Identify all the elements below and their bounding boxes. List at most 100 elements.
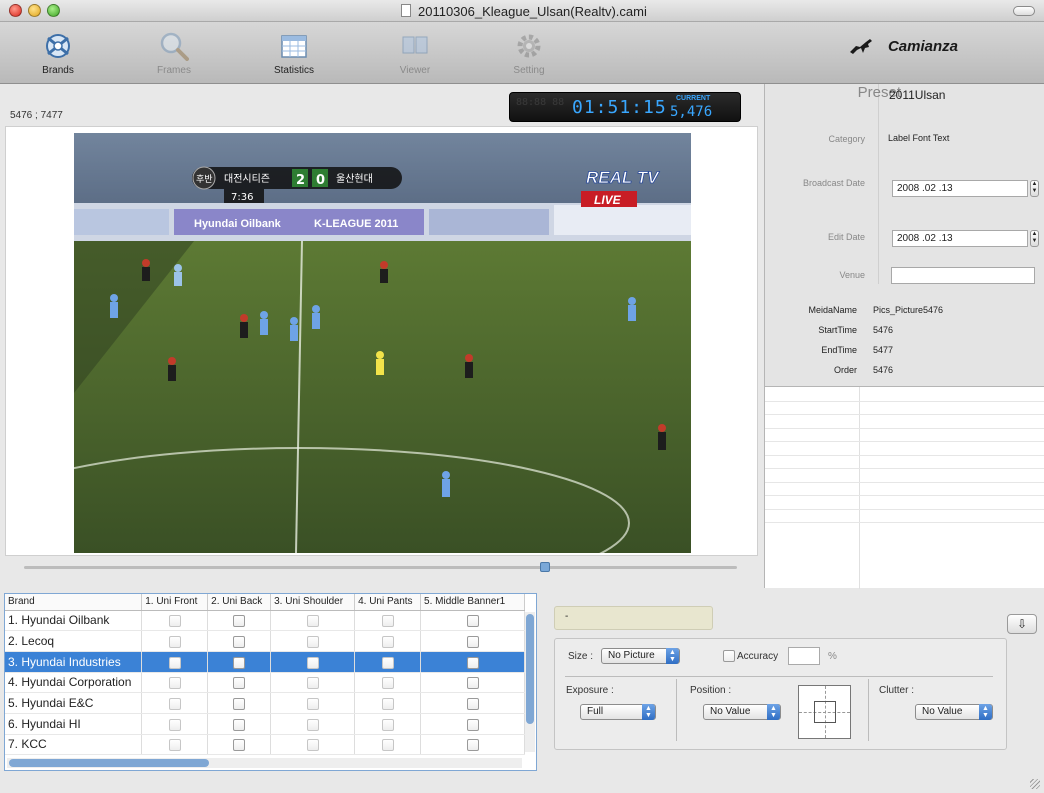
position-checkbox[interactable]: [381, 697, 394, 710]
minimize-window-button[interactable]: [28, 4, 41, 17]
position-checkbox[interactable]: [466, 739, 479, 752]
size-popup[interactable]: No Picture ▲ ▼: [601, 648, 680, 664]
position-checkbox[interactable]: [466, 615, 479, 628]
zoom-window-button[interactable]: [47, 4, 60, 17]
position-checkbox[interactable]: [168, 677, 181, 690]
position-checkbox[interactable]: [233, 635, 246, 648]
position-checkbox[interactable]: [168, 739, 181, 752]
position-checkbox[interactable]: [233, 718, 246, 731]
accuracy-field[interactable]: [788, 647, 820, 665]
position-checkbox[interactable]: [233, 656, 246, 669]
position-popup[interactable]: No Value ▲ ▼: [703, 704, 781, 720]
scoreboard-half: 후반: [196, 174, 213, 185]
category-value[interactable]: Label Font Text: [888, 133, 949, 143]
position-checkbox[interactable]: [233, 677, 246, 690]
column-header-uni-shoulder[interactable]: 3. Uni Shoulder: [270, 594, 356, 611]
position-checkbox[interactable]: [168, 718, 181, 731]
horizontal-scroll-thumb[interactable]: [9, 759, 209, 767]
table-row[interactable]: 1. Hyundai Oilbank: [5, 610, 525, 632]
toolbar-viewer-button[interactable]: Viewer: [380, 30, 450, 76]
column-header-brand[interactable]: Brand: [5, 594, 143, 611]
checkbox-cell: [207, 734, 272, 756]
position-checkbox[interactable]: [306, 677, 319, 690]
toolbar-toggle-button[interactable]: [1013, 6, 1035, 16]
position-checkbox[interactable]: [306, 697, 319, 710]
position-checkbox[interactable]: [381, 656, 394, 669]
position-checkbox[interactable]: [306, 635, 319, 648]
checkbox-cell: [141, 734, 209, 756]
broadcast-date-field[interactable]: 2008 .02 .13: [892, 180, 1028, 197]
position-checkbox[interactable]: [466, 635, 479, 648]
venue-label: Venue: [839, 270, 865, 280]
table-row[interactable]: 7. KCC: [5, 734, 525, 756]
edit-date-field[interactable]: 2008 .02 .13: [892, 230, 1028, 247]
toolbar-brands-button[interactable]: Brands: [23, 30, 93, 76]
position-checkbox[interactable]: [168, 697, 181, 710]
table-row[interactable]: 6. Hyundai HI: [5, 713, 525, 735]
checkbox-cell: [207, 692, 272, 714]
video-frame[interactable]: Hyundai Oilbank K-LEAGUE 2011 후반 대전시티즌 2…: [74, 133, 691, 553]
table-row[interactable]: 2. Lecoq: [5, 630, 525, 652]
toolbar-statistics-button[interactable]: Statistics: [259, 30, 329, 76]
table-vertical-scrollbar[interactable]: [525, 612, 535, 752]
horse-logo-icon: [850, 39, 872, 54]
position-checkbox[interactable]: [381, 615, 394, 628]
note-field[interactable]: -: [554, 606, 713, 630]
checkbox-cell: [270, 630, 356, 652]
clutter-popup[interactable]: No Value ▲ ▼: [915, 704, 993, 720]
brand-name-cell: 7. KCC: [5, 734, 143, 756]
accuracy-checkbox[interactable]: [723, 650, 735, 662]
position-grid-icon[interactable]: [798, 685, 851, 739]
info-grid-row-line: [765, 481, 1044, 483]
position-checkbox[interactable]: [168, 635, 181, 648]
toolbar-setting-button[interactable]: Setting: [494, 30, 564, 76]
brands-icon: [46, 34, 70, 58]
current-label: CURRENT: [676, 95, 711, 102]
position-checkbox[interactable]: [306, 615, 319, 628]
table-row[interactable]: 5. Hyundai E&C: [5, 692, 525, 714]
vertical-scroll-thumb[interactable]: [526, 614, 534, 724]
info-grid-row-line: [765, 454, 1044, 456]
broadcast-date-stepper[interactable]: ▲ ▼: [1030, 180, 1039, 197]
column-header-uni-pants[interactable]: 4. Uni Pants: [354, 594, 422, 611]
column-header-uni-front[interactable]: 1. Uni Front: [141, 594, 209, 611]
position-checkbox[interactable]: [466, 697, 479, 710]
column-header-middle-banner[interactable]: 5. Middle Banner1: [420, 594, 525, 611]
position-checkbox[interactable]: [381, 677, 394, 690]
position-checkbox[interactable]: [306, 718, 319, 731]
position-checkbox[interactable]: [466, 677, 479, 690]
position-checkbox[interactable]: [306, 656, 319, 669]
table-row[interactable]: 3. Hyundai Industries: [5, 651, 525, 673]
position-checkbox[interactable]: [306, 739, 319, 752]
position-checkbox[interactable]: [168, 656, 181, 669]
checkbox-cell: [270, 734, 356, 756]
edit-date-stepper[interactable]: ▲ ▼: [1030, 230, 1039, 247]
preset-value[interactable]: 2011Ulsan: [889, 88, 945, 102]
timeline-slider[interactable]: [24, 566, 737, 569]
toolbar-frames-button[interactable]: Frames: [139, 30, 209, 76]
table-row[interactable]: 4. Hyundai Corporation: [5, 672, 525, 694]
frame-counter: 5476 ; 7477: [10, 110, 63, 121]
exposure-popup[interactable]: Full ▲ ▼: [580, 704, 656, 720]
scoreboard-score-home: 2: [296, 173, 305, 188]
position-checkbox[interactable]: [466, 718, 479, 731]
position-checkbox[interactable]: [381, 718, 394, 731]
accuracy-unit: %: [828, 651, 837, 662]
timecode-display: 88:88 88 01:51:15 CURRENT 5,476: [509, 92, 741, 122]
frame-attributes-box: Size : No Picture ▲ ▼ Accuracy % Exposure…: [554, 638, 1007, 750]
position-checkbox[interactable]: [466, 656, 479, 669]
position-checkbox[interactable]: [233, 739, 246, 752]
column-header-uni-back[interactable]: 2. Uni Back: [207, 594, 272, 611]
position-checkbox[interactable]: [233, 697, 246, 710]
window-resize-grip[interactable]: [1030, 779, 1040, 789]
position-checkbox[interactable]: [168, 615, 181, 628]
broadcast-date-label: Broadcast Date: [802, 178, 865, 188]
venue-field[interactable]: [891, 267, 1035, 284]
position-checkbox[interactable]: [233, 615, 246, 628]
position-checkbox[interactable]: [381, 739, 394, 752]
position-checkbox[interactable]: [381, 635, 394, 648]
close-window-button[interactable]: [9, 4, 22, 17]
timeline-slider-knob[interactable]: [540, 562, 550, 572]
table-horizontal-scrollbar[interactable]: [7, 758, 522, 768]
export-button[interactable]: ⇩: [1007, 614, 1037, 634]
